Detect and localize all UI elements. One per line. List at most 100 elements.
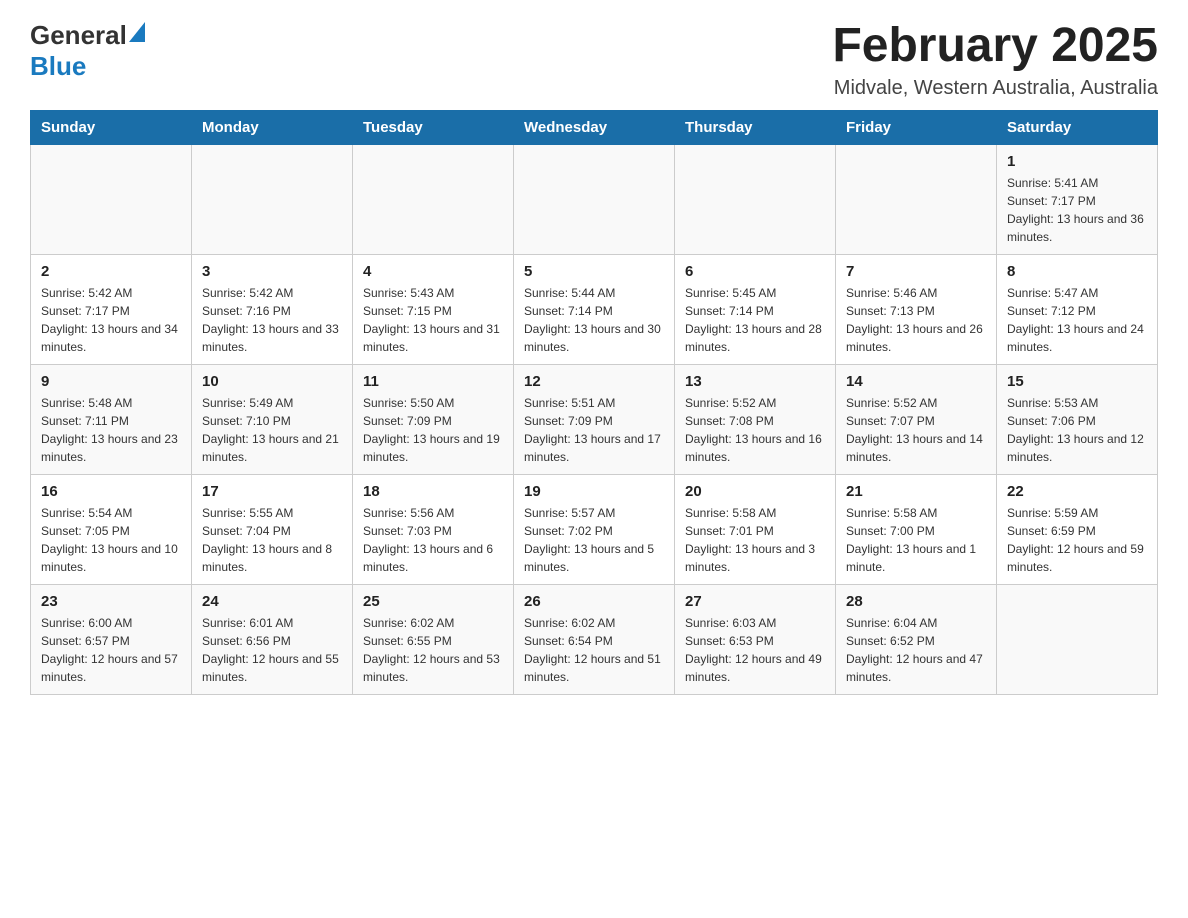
calendar-cell bbox=[836, 144, 997, 254]
calendar-title: February 2025 bbox=[832, 20, 1158, 73]
day-info: Sunrise: 5:42 AMSunset: 7:17 PMDaylight:… bbox=[41, 284, 181, 356]
calendar-cell bbox=[192, 144, 353, 254]
calendar-cell: 24 Sunrise: 6:01 AMSunset: 6:56 PMDayligh… bbox=[192, 584, 353, 694]
week-row-3: 9 Sunrise: 5:48 AMSunset: 7:11 PMDaylight… bbox=[31, 364, 1158, 474]
logo-triangle-icon bbox=[129, 22, 145, 42]
weekday-header-thursday: Thursday bbox=[675, 110, 836, 144]
calendar-cell: 18 Sunrise: 5:56 AMSunset: 7:03 PMDayligh… bbox=[353, 474, 514, 584]
calendar-cell: 14 Sunrise: 5:52 AMSunset: 7:07 PMDayligh… bbox=[836, 364, 997, 474]
day-number: 24 bbox=[202, 593, 342, 610]
day-info: Sunrise: 5:42 AMSunset: 7:16 PMDaylight:… bbox=[202, 284, 342, 356]
day-info: Sunrise: 5:45 AMSunset: 7:14 PMDaylight:… bbox=[685, 284, 825, 356]
day-info: Sunrise: 5:58 AMSunset: 7:01 PMDaylight:… bbox=[685, 504, 825, 576]
day-number: 14 bbox=[846, 373, 986, 390]
weekday-header-monday: Monday bbox=[192, 110, 353, 144]
day-info: Sunrise: 5:56 AMSunset: 7:03 PMDaylight:… bbox=[363, 504, 503, 576]
calendar-cell: 16Sunrise: 5:54 AMSunset: 7:05 PMDayligh… bbox=[31, 474, 192, 584]
day-info: Sunrise: 6:02 AMSunset: 6:55 PMDaylight:… bbox=[363, 614, 503, 686]
week-row-2: 2 Sunrise: 5:42 AMSunset: 7:17 PMDaylight… bbox=[31, 254, 1158, 364]
day-info: Sunrise: 5:50 AMSunset: 7:09 PMDaylight:… bbox=[363, 394, 503, 466]
calendar-cell: 15Sunrise: 5:53 AMSunset: 7:06 PMDayligh… bbox=[997, 364, 1158, 474]
day-number: 9 bbox=[41, 373, 181, 390]
day-info: Sunrise: 5:46 AMSunset: 7:13 PMDaylight:… bbox=[846, 284, 986, 356]
day-number: 4 bbox=[363, 263, 503, 280]
day-info: Sunrise: 5:49 AMSunset: 7:10 PMDaylight:… bbox=[202, 394, 342, 466]
weekday-header-sunday: Sunday bbox=[31, 110, 192, 144]
calendar-cell: 3 Sunrise: 5:42 AMSunset: 7:16 PMDaylight… bbox=[192, 254, 353, 364]
day-number: 25 bbox=[363, 593, 503, 610]
day-info: Sunrise: 5:48 AMSunset: 7:11 PMDaylight:… bbox=[41, 394, 181, 466]
calendar-cell: 17 Sunrise: 5:55 AMSunset: 7:04 PMDayligh… bbox=[192, 474, 353, 584]
day-number: 1 bbox=[1007, 153, 1147, 170]
day-number: 19 bbox=[524, 483, 664, 500]
calendar-cell: 6 Sunrise: 5:45 AMSunset: 7:14 PMDaylight… bbox=[675, 254, 836, 364]
calendar-cell: 26 Sunrise: 6:02 AMSunset: 6:54 PMDayligh… bbox=[514, 584, 675, 694]
logo: General Blue bbox=[30, 20, 145, 82]
calendar-cell: 22 Sunrise: 5:59 AMSunset: 6:59 PMDayligh… bbox=[997, 474, 1158, 584]
calendar-cell: 28 Sunrise: 6:04 AMSunset: 6:52 PMDayligh… bbox=[836, 584, 997, 694]
day-number: 26 bbox=[524, 593, 664, 610]
day-info: Sunrise: 6:03 AMSunset: 6:53 PMDaylight:… bbox=[685, 614, 825, 686]
day-info: Sunrise: 5:51 AMSunset: 7:09 PMDaylight:… bbox=[524, 394, 664, 466]
title-area: February 2025 Midvale, Western Australia… bbox=[832, 20, 1158, 100]
day-number: 20 bbox=[685, 483, 825, 500]
day-number: 12 bbox=[524, 373, 664, 390]
calendar-cell: 7 Sunrise: 5:46 AMSunset: 7:13 PMDaylight… bbox=[836, 254, 997, 364]
day-number: 17 bbox=[202, 483, 342, 500]
calendar-cell: 20 Sunrise: 5:58 AMSunset: 7:01 PMDayligh… bbox=[675, 474, 836, 584]
calendar-table: SundayMondayTuesdayWednesdayThursdayFrid… bbox=[30, 110, 1158, 695]
day-info: Sunrise: 6:01 AMSunset: 6:56 PMDaylight:… bbox=[202, 614, 342, 686]
day-info: Sunrise: 5:44 AMSunset: 7:14 PMDaylight:… bbox=[524, 284, 664, 356]
day-info: Sunrise: 5:54 AMSunset: 7:05 PMDaylight:… bbox=[41, 504, 181, 576]
week-row-5: 23Sunrise: 6:00 AMSunset: 6:57 PMDayligh… bbox=[31, 584, 1158, 694]
weekday-header-saturday: Saturday bbox=[997, 110, 1158, 144]
calendar-cell: 9 Sunrise: 5:48 AMSunset: 7:11 PMDaylight… bbox=[31, 364, 192, 474]
day-info: Sunrise: 5:58 AMSunset: 7:00 PMDaylight:… bbox=[846, 504, 986, 576]
calendar-cell: 1 Sunrise: 5:41 AMSunset: 7:17 PMDaylight… bbox=[997, 144, 1158, 254]
weekday-header-row: SundayMondayTuesdayWednesdayThursdayFrid… bbox=[31, 110, 1158, 144]
day-number: 5 bbox=[524, 263, 664, 280]
day-number: 6 bbox=[685, 263, 825, 280]
calendar-cell: 12 Sunrise: 5:51 AMSunset: 7:09 PMDayligh… bbox=[514, 364, 675, 474]
day-info: Sunrise: 6:04 AMSunset: 6:52 PMDaylight:… bbox=[846, 614, 986, 686]
calendar-cell bbox=[675, 144, 836, 254]
calendar-cell: 27 Sunrise: 6:03 AMSunset: 6:53 PMDayligh… bbox=[675, 584, 836, 694]
day-info: Sunrise: 5:52 AMSunset: 7:07 PMDaylight:… bbox=[846, 394, 986, 466]
day-number: 3 bbox=[202, 263, 342, 280]
day-number: 10 bbox=[202, 373, 342, 390]
week-row-4: 16Sunrise: 5:54 AMSunset: 7:05 PMDayligh… bbox=[31, 474, 1158, 584]
calendar-cell: 21 Sunrise: 5:58 AMSunset: 7:00 PMDayligh… bbox=[836, 474, 997, 584]
day-info: Sunrise: 5:52 AMSunset: 7:08 PMDaylight:… bbox=[685, 394, 825, 466]
day-number: 23 bbox=[41, 593, 181, 610]
calendar-cell: 8Sunrise: 5:47 AMSunset: 7:12 PMDaylight… bbox=[997, 254, 1158, 364]
page-header: General Blue February 2025 Midvale, West… bbox=[30, 20, 1158, 100]
day-number: 11 bbox=[363, 373, 503, 390]
weekday-header-wednesday: Wednesday bbox=[514, 110, 675, 144]
week-row-1: 1 Sunrise: 5:41 AMSunset: 7:17 PMDaylight… bbox=[31, 144, 1158, 254]
calendar-cell: 2 Sunrise: 5:42 AMSunset: 7:17 PMDaylight… bbox=[31, 254, 192, 364]
day-info: Sunrise: 5:55 AMSunset: 7:04 PMDaylight:… bbox=[202, 504, 342, 576]
calendar-cell: 11 Sunrise: 5:50 AMSunset: 7:09 PMDayligh… bbox=[353, 364, 514, 474]
day-number: 21 bbox=[846, 483, 986, 500]
day-info: Sunrise: 6:02 AMSunset: 6:54 PMDaylight:… bbox=[524, 614, 664, 686]
day-info: Sunrise: 5:57 AMSunset: 7:02 PMDaylight:… bbox=[524, 504, 664, 576]
calendar-cell bbox=[353, 144, 514, 254]
day-number: 22 bbox=[1007, 483, 1147, 500]
calendar-cell bbox=[514, 144, 675, 254]
day-number: 15 bbox=[1007, 373, 1147, 390]
day-number: 2 bbox=[41, 263, 181, 280]
weekday-header-tuesday: Tuesday bbox=[353, 110, 514, 144]
day-number: 18 bbox=[363, 483, 503, 500]
day-number: 7 bbox=[846, 263, 986, 280]
day-number: 28 bbox=[846, 593, 986, 610]
calendar-cell: 19 Sunrise: 5:57 AMSunset: 7:02 PMDayligh… bbox=[514, 474, 675, 584]
logo-general-text: General bbox=[30, 20, 127, 51]
day-info: Sunrise: 5:41 AMSunset: 7:17 PMDaylight:… bbox=[1007, 174, 1147, 246]
day-info: Sunrise: 5:59 AMSunset: 6:59 PMDaylight:… bbox=[1007, 504, 1147, 576]
day-info: Sunrise: 5:43 AMSunset: 7:15 PMDaylight:… bbox=[363, 284, 503, 356]
calendar-cell bbox=[31, 144, 192, 254]
day-info: Sunrise: 5:47 AMSunset: 7:12 PMDaylight:… bbox=[1007, 284, 1147, 356]
calendar-cell: 23Sunrise: 6:00 AMSunset: 6:57 PMDayligh… bbox=[31, 584, 192, 694]
day-number: 27 bbox=[685, 593, 825, 610]
calendar-cell: 4 Sunrise: 5:43 AMSunset: 7:15 PMDaylight… bbox=[353, 254, 514, 364]
